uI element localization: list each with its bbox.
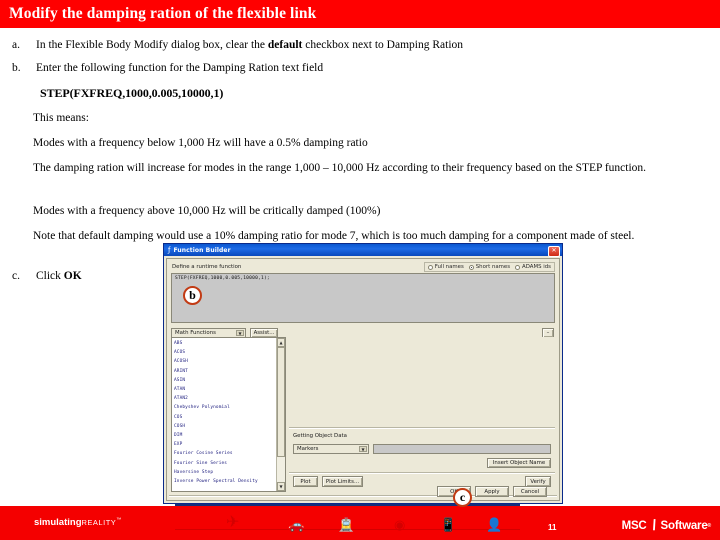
slide-footer: simulatingREALITY™ ✈ 🚗 🚊 ◉ 📱 👤 11 MSC \ So… [0,506,720,540]
list-item[interactable]: Inverse Power Spectral Density [174,477,274,486]
scroll-down-icon[interactable]: ▼ [277,482,285,491]
step-item-c: c. Click OK [6,270,156,283]
list-item[interactable]: COSH [174,422,274,431]
logo-msc-text: MSC [621,519,647,532]
paragraph-range-1000-10000hz: The damping ration will increase for mod… [33,162,647,174]
step-c-bold: OK [63,270,82,282]
list-item[interactable]: Chebyshev Polynomial [174,403,274,412]
list-item[interactable]: ABS [174,339,274,348]
paragraph-above-10000hz: Modes with a frequency above 10,000 Hz w… [33,205,381,217]
footer-tagline-thin: REALITY [81,518,117,528]
close-icon[interactable]: ✕ [548,245,560,257]
object-type-value: Markers [297,446,319,452]
paragraph-this-means: This means: [33,112,89,124]
disc-icon: ◉ [394,517,406,532]
logo-software-text: Software [660,519,708,532]
list-item[interactable]: ASIN [174,376,274,385]
airplane-icon: ✈ [226,514,240,531]
radio-short-names-dot [468,264,474,270]
list-item[interactable]: ACOS [174,348,274,357]
object-name-field[interactable] [373,444,551,454]
radio-adams-ids-label: ADAMS ids [522,264,551,270]
insert-object-name-button[interactable]: Insert Object Name [487,458,551,468]
function-category-value: Math Functions [175,330,216,336]
dialog-titlebar[interactable]: ƒ Function Builder ✕ [164,244,562,257]
step-a-bold: default [267,39,303,51]
panel-divider [289,427,555,429]
step-text-c: Click OK [36,270,156,283]
step-text-b: Enter the following function for the Dam… [36,62,324,74]
step-item-a: a. In the Flexible Body Modify dialog bo… [6,39,706,52]
function-list-scrollbar[interactable]: ▲ ▼ [276,338,285,491]
list-item[interactable]: ACOSH [174,357,274,366]
footer-tagline-bold: simulating [34,517,82,529]
list-item[interactable]: ATAN [174,385,274,394]
panel-divider-2 [289,472,555,474]
step-marker-a: a. [12,39,20,51]
footer-tagline: simulatingREALITY™ [34,517,121,528]
radio-full-names-dot [427,264,433,270]
step-item-b: b. Enter the following function for the … [6,62,706,75]
define-runtime-function-label: Define a runtime function [172,264,242,270]
apply-button[interactable]: Apply [475,486,509,497]
radio-short-names-label: Short names [475,264,511,270]
list-item[interactable]: DIM [174,431,274,440]
cancel-button[interactable]: Cancel [513,486,547,497]
car-icon: 🚗 [288,517,305,532]
function-text-area[interactable]: STEP(FXFREQ,1000,0.005,10000,1); [171,273,555,323]
list-item[interactable]: Haversine Step [174,468,274,477]
footer-tagline-tm: ™ [116,517,122,523]
object-data-panel: Getting Object Data Markers ▼ Insert Obj… [289,337,555,492]
list-item[interactable]: Fourier Cosine Series [174,449,274,458]
function-builder-dialog[interactable]: ƒ Function Builder ✕ Define a runtime fu… [163,243,563,504]
list-item[interactable]: COS [174,413,274,422]
function-code-line: STEP(FXFREQ,1000,0.005,10000,1) [40,86,224,100]
chevron-down-icon[interactable]: ▼ [236,330,244,336]
scrollbar-thumb[interactable] [277,347,285,457]
list-item[interactable]: EXP [174,440,274,449]
radio-adams-ids-dot [515,264,521,270]
step-text-a: In the Flexible Body Modify dialog box, … [36,39,706,52]
step-c-text-before: Click [36,270,64,282]
dialog-title: Function Builder [173,246,231,254]
function-list[interactable]: ABS ACOS ACOSH ARINT ASIN ATAN ATAN2 Che… [171,337,286,492]
slide-title-banner: Modify the damping ration of the flexibl… [0,0,720,28]
phone-icon: 📱 [440,517,457,532]
radio-full-names[interactable]: Full names [427,264,464,270]
radio-full-names-label: Full names [434,264,464,270]
person-icon: 👤 [486,517,503,532]
list-item[interactable]: Fourier Sine Series [174,459,274,468]
plot-button[interactable]: Plot [293,476,318,487]
scroll-up-icon[interactable]: ▲ [277,338,285,347]
page-title: Modify the damping ration of the flexibl… [9,5,317,22]
list-item[interactable]: ATAN2 [174,394,274,403]
dialog-body: Define a runtime function Full names Sho… [166,258,560,501]
function-list-items: ABS ACOS ACOSH ARINT ASIN ATAN ATAN2 Che… [172,338,276,491]
step-a-text-before: In the Flexible Body Modify dialog box, … [36,39,268,51]
callout-b: b [183,286,202,305]
function-icon: ƒ [168,245,171,254]
plot-limits-button[interactable]: Plot Limits... [322,476,363,487]
chevron-down-icon[interactable]: ▼ [359,446,367,452]
paragraph-below-1000hz: Modes with a frequency below 1,000 Hz wi… [33,137,368,149]
step-marker-c: c. [12,270,20,282]
msc-software-logo: MSC \ Software ® [621,517,712,534]
getting-object-data-label: Getting Object Data [293,433,347,439]
logo-slash-icon: \ [649,517,658,534]
radio-short-names[interactable]: Short names [468,264,511,270]
step-a-text-after: checkbox next to Damping Ration [302,39,464,51]
logo-registered-mark: ® [707,522,712,529]
step-marker-b: b. [12,62,21,74]
page-number: 11 [548,523,557,532]
radio-adams-ids[interactable]: ADAMS ids [515,264,551,270]
callout-c: c [453,488,472,507]
object-type-combo[interactable]: Markers ▼ [293,444,369,454]
paragraph-default-damping-note: Note that default damping would use a 10… [33,230,635,242]
list-item[interactable]: ARINT [174,367,274,376]
train-icon: 🚊 [338,517,355,532]
name-mode-radio-group[interactable]: Full names Short names ADAMS ids [423,262,555,272]
